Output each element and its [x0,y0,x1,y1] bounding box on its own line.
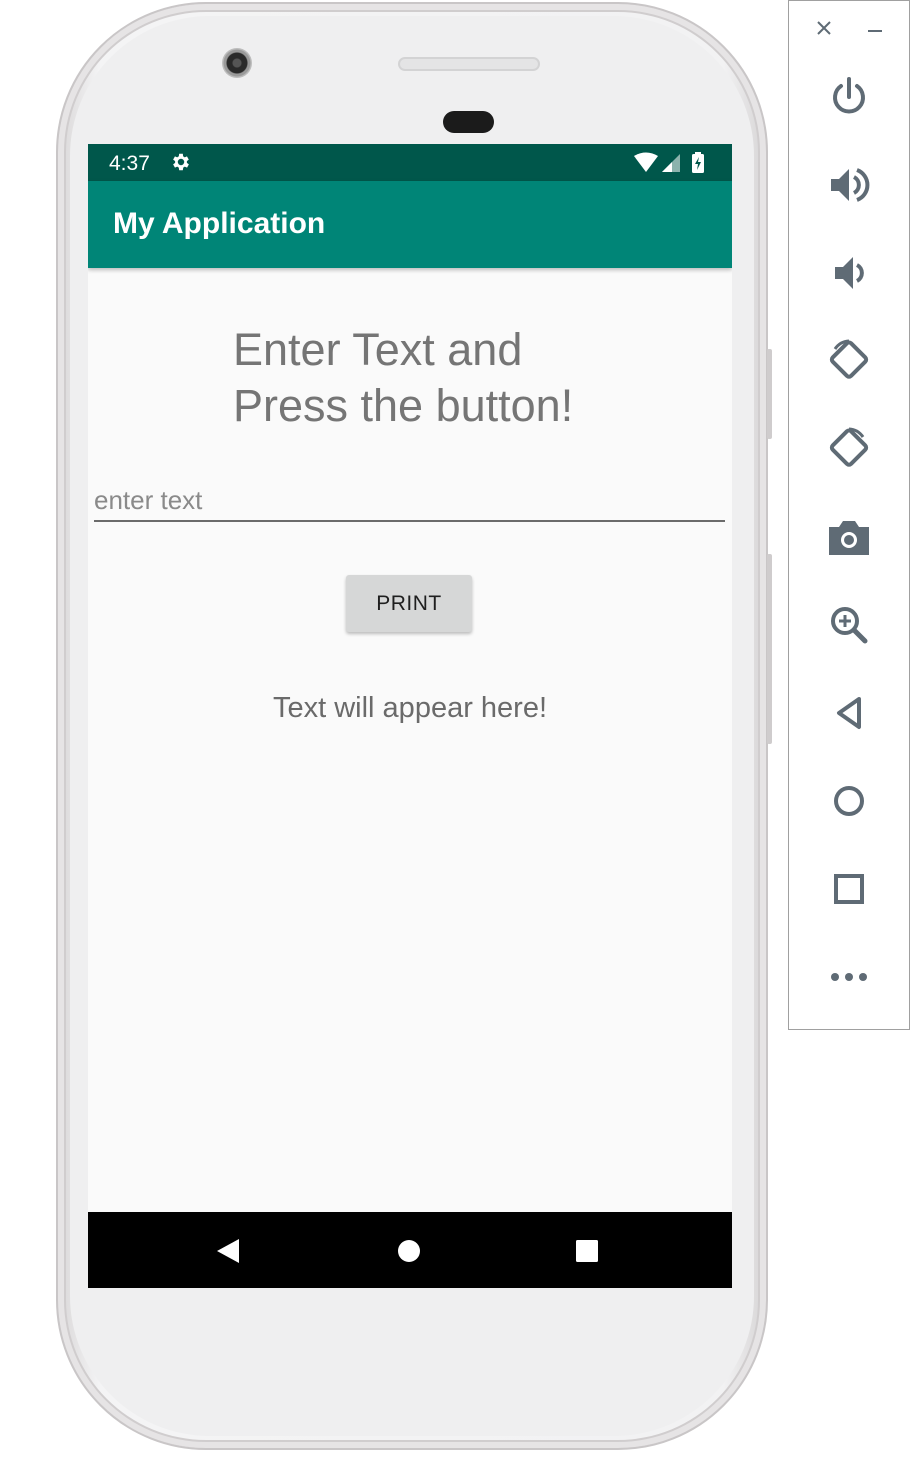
instruction-heading: Enter Text and Press the button! [233,324,574,431]
emulator-toolbar [788,0,910,1030]
back-icon[interactable] [212,1234,246,1268]
cell-signal-icon [662,154,680,172]
navigation-bar [88,1212,732,1288]
phone-power-side-button [767,554,772,744]
status-bar: 4:37 [88,144,732,181]
phone-volume-side-button [767,349,772,439]
volume-down-icon[interactable] [825,249,873,297]
earpiece-speaker [398,57,540,71]
back-icon[interactable] [825,689,873,737]
home-icon[interactable] [825,777,873,825]
battery-charging-icon [692,152,704,173]
overview-icon[interactable] [825,865,873,913]
power-icon[interactable] [825,73,873,121]
rotate-left-icon[interactable] [825,337,873,385]
status-icons [634,152,714,174]
app-title: My Application [113,207,326,240]
front-camera [222,48,252,78]
zoom-icon[interactable] [825,601,873,649]
more-icon[interactable] [825,953,873,1001]
recents-icon[interactable] [570,1234,604,1268]
close-icon[interactable] [811,15,837,41]
phone-screen: 4:37 My Application Enter Text and Press… [88,144,732,1288]
app-bar: My Application [88,181,732,268]
status-time: 4:37 [109,152,150,175]
output-text: Text will appear here! [272,692,548,724]
screenshot-icon[interactable] [825,513,873,561]
home-icon[interactable] [392,1234,426,1268]
settings-icon [170,150,192,174]
rotate-right-icon[interactable] [825,425,873,473]
volume-up-icon[interactable] [825,161,873,209]
minimize-icon[interactable] [862,15,888,41]
proximity-sensor [443,111,494,133]
wifi-icon [634,152,658,172]
print-button[interactable]: PRINT [346,575,472,632]
text-input[interactable] [94,480,725,522]
